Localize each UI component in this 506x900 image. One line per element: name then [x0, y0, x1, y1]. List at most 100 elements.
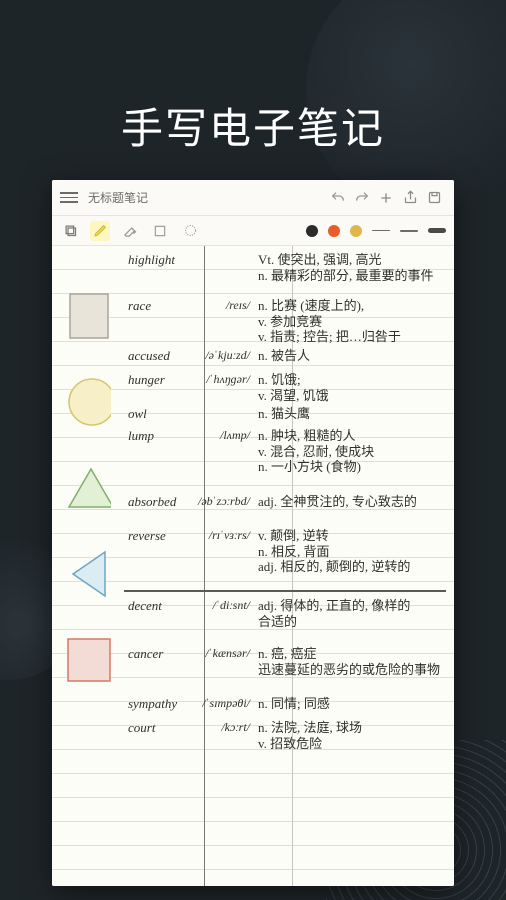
color-swatch-orange[interactable]: [328, 225, 340, 237]
undo-button[interactable]: [326, 186, 350, 210]
vocab-defs: n. 猫头鹰: [250, 404, 448, 422]
vocab-word: race: [126, 296, 190, 314]
vocab-defs: n. 肿块, 粗糙的人v. 混合, 忍耐, 使成块n. 一小方块 (食物): [250, 426, 448, 475]
vocab-def-line: v. 混合, 忍耐, 使成块: [258, 444, 448, 460]
vocab-def-line: v. 参加竞赛: [258, 314, 448, 330]
vocab-def-line: n. 最精彩的部分, 最重要的事件: [258, 268, 448, 284]
color-swatch-black[interactable]: [306, 225, 318, 237]
vocab-def-line: v. 颠倒, 逆转: [258, 528, 448, 544]
vocab-def-line: n. 猫头鹰: [258, 406, 448, 422]
eraser-tool[interactable]: [120, 221, 140, 241]
vocab-word: highlight: [126, 250, 190, 268]
vocab-entry: absorbed/əbˈzɔːrbd/adj. 全神贯注的, 专心致志的: [126, 492, 448, 510]
menu-button[interactable]: [60, 192, 78, 203]
hand-drawn-separator: [124, 590, 446, 592]
lasso-tool[interactable]: [180, 221, 200, 241]
vocab-entry: reverse/rɪˈvɜːrs/v. 颠倒, 逆转n. 相反, 背面adj. …: [126, 526, 448, 575]
vocab-def-line: n. 饥饿;: [258, 372, 448, 388]
vocab-defs: n. 被告人: [250, 346, 448, 364]
vocab-word: hunger: [126, 370, 190, 388]
vocab-word: sympathy: [126, 694, 190, 712]
vocab-entry: decent/ˈdiːsnt/adj. 得体的, 正直的, 像样的合适的: [126, 596, 448, 629]
vocab-word: lump: [126, 426, 190, 444]
vocab-def-line: adj. 全神贯注的, 专心致志的: [258, 494, 448, 510]
vocab-def-line: n. 一小方块 (食物): [258, 459, 448, 475]
layers-tool[interactable]: [60, 221, 80, 241]
app-window: 无标题笔记: [52, 180, 454, 886]
vocab-defs: adj. 全神贯注的, 专心致志的: [250, 492, 448, 510]
vocab-entry: cancer/ˈkænsər/n. 癌, 癌症迅速蔓延的恶劣的或危险的事物: [126, 644, 448, 677]
vocab-ipa: /reɪs/: [190, 296, 250, 312]
vocab-defs: n. 比赛 (速度上的),v. 参加竞赛v. 指责; 控告; 把…归咎于: [250, 296, 448, 345]
redo-button[interactable]: [350, 186, 374, 210]
vocab-def-line: 合适的: [258, 614, 448, 630]
drawing-toolbar: [52, 216, 454, 246]
vocab-entry: sympathy/ˈsɪmpəθi/n. 同情; 同感: [126, 694, 448, 712]
vocab-word: court: [126, 718, 190, 736]
vocab-ipa: /ˈsɪmpəθi/: [190, 694, 250, 710]
vocab-word: owl: [126, 404, 190, 422]
note-title[interactable]: 无标题笔记: [88, 189, 326, 206]
top-app-bar: 无标题笔记: [52, 180, 454, 216]
vocab-ipa: /ˈdiːsnt/: [190, 596, 250, 612]
vocab-word: decent: [126, 596, 190, 614]
vocab-def-line: adj. 得体的, 正直的, 像样的: [258, 598, 448, 614]
vocab-defs: n. 法院, 法庭, 球场v. 招致危险: [250, 718, 448, 751]
vocab-def-line: 迅速蔓延的恶劣的或危险的事物: [258, 662, 448, 678]
stroke-thick[interactable]: [428, 225, 446, 237]
vocab-ipa: /əbˈzɔːrbd/: [190, 492, 250, 508]
vocab-def-line: v. 渴望, 饥饿: [258, 388, 448, 404]
promo-headline: 手写电子笔记: [0, 95, 506, 156]
vocab-def-line: n. 比赛 (速度上的),: [258, 298, 448, 314]
vocab-def-line: Vt. 使突出, 强调, 高光: [258, 252, 448, 268]
save-button[interactable]: [422, 186, 446, 210]
shape-samples: [62, 292, 116, 684]
vocab-def-line: v. 招致危险: [258, 736, 448, 752]
stroke-thin[interactable]: [372, 225, 390, 237]
vocab-def-line: n. 被告人: [258, 348, 448, 364]
vocab-def-line: n. 肿块, 粗糙的人: [258, 428, 448, 444]
vocab-defs: n. 癌, 癌症迅速蔓延的恶劣的或危险的事物: [250, 644, 448, 677]
drawn-square-red: [67, 636, 111, 684]
vocab-def-line: n. 癌, 癌症: [258, 646, 448, 662]
vocab-def-line: n. 相反, 背面: [258, 544, 448, 560]
vocab-defs: n. 饥饿;v. 渴望, 饥饿: [250, 370, 448, 403]
vocab-ipa: /kɔːrt/: [190, 718, 250, 734]
vocab-entry: highlight Vt. 使突出, 强调, 高光n. 最精彩的部分, 最重要的事…: [126, 250, 448, 283]
vocab-word: accused: [126, 346, 190, 364]
vocab-entry: hunger/ˈhʌŋɡər/n. 饥饿;v. 渴望, 饥饿: [126, 370, 448, 403]
vocab-defs: adj. 得体的, 正直的, 像样的合适的: [250, 596, 448, 629]
vocab-word: reverse: [126, 526, 190, 544]
vocab-ipa: /əˈkjuːzd/: [190, 346, 250, 362]
vocab-entry: owl n. 猫头鹰: [126, 404, 448, 422]
stroke-medium[interactable]: [400, 225, 418, 237]
vocab-word: absorbed: [126, 492, 190, 510]
vocab-defs: v. 颠倒, 逆转n. 相反, 背面adj. 相反的, 颠倒的, 逆转的: [250, 526, 448, 575]
add-button[interactable]: [374, 186, 398, 210]
drawn-rectangle: [67, 292, 111, 340]
vocab-ipa: [190, 250, 250, 252]
vocab-entry: race/reɪs/n. 比赛 (速度上的),v. 参加竞赛v. 指责; 控告;…: [126, 296, 448, 345]
color-swatch-yellow[interactable]: [350, 225, 362, 237]
share-button[interactable]: [398, 186, 422, 210]
shape-tool[interactable]: [150, 221, 170, 241]
vocab-def-line: n. 同情; 同感: [258, 696, 448, 712]
vocab-def-line: n. 法院, 法庭, 球场: [258, 720, 448, 736]
vocab-word: cancer: [126, 644, 190, 662]
vocab-defs: Vt. 使突出, 强调, 高光n. 最精彩的部分, 最重要的事件: [250, 250, 448, 283]
vocab-ipa: /ˈkænsər/: [190, 644, 250, 660]
vocab-ipa: [190, 404, 250, 406]
note-canvas[interactable]: highlight Vt. 使突出, 强调, 高光n. 最精彩的部分, 最重要的事…: [52, 246, 454, 886]
drawn-circle: [67, 378, 111, 426]
vocab-ipa: /rɪˈvɜːrs/: [190, 526, 250, 542]
drawn-triangle-green: [67, 464, 111, 512]
vocab-def-line: v. 指责; 控告; 把…归咎于: [258, 329, 448, 345]
vocab-entry: court/kɔːrt/n. 法院, 法庭, 球场v. 招致危险: [126, 718, 448, 751]
vocab-entry: accused/əˈkjuːzd/n. 被告人: [126, 346, 448, 364]
vocab-ipa: /ˈhʌŋɡər/: [190, 370, 250, 386]
pen-tool[interactable]: [90, 221, 110, 241]
vocab-ipa: /lʌmp/: [190, 426, 250, 442]
drawn-triangle-blue: [67, 550, 111, 598]
vocab-def-line: adj. 相反的, 颠倒的, 逆转的: [258, 559, 448, 575]
vocab-defs: n. 同情; 同感: [250, 694, 448, 712]
